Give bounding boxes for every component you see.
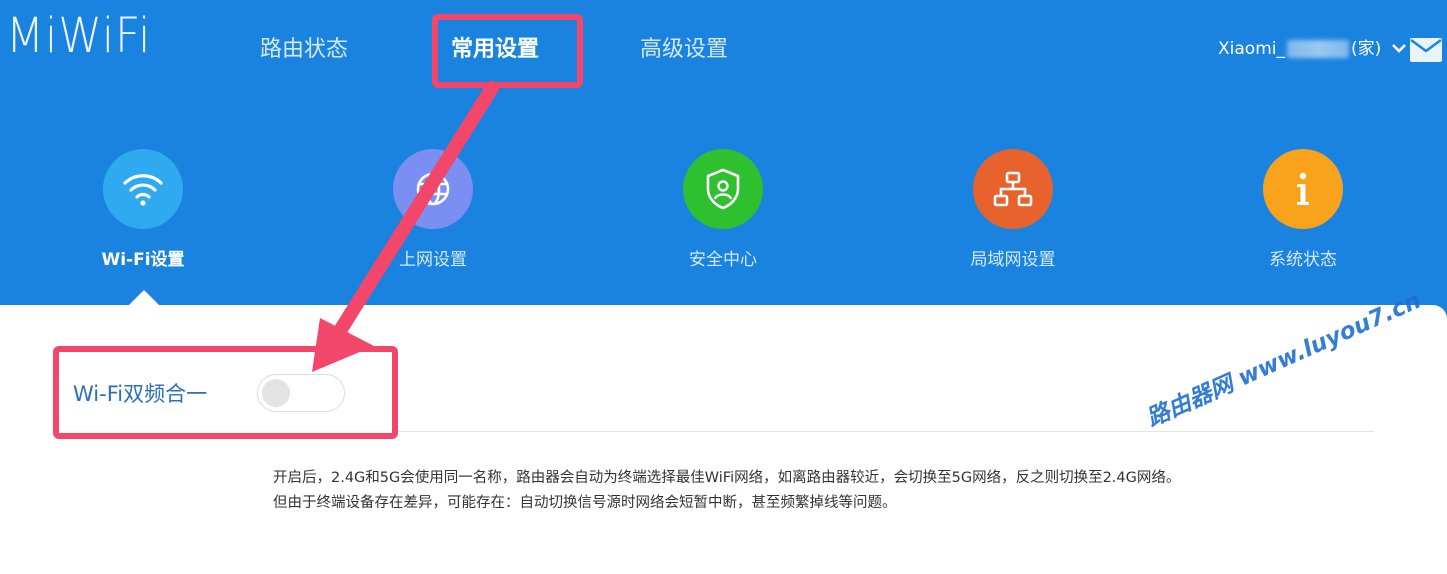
annotation-arrow xyxy=(312,81,499,372)
